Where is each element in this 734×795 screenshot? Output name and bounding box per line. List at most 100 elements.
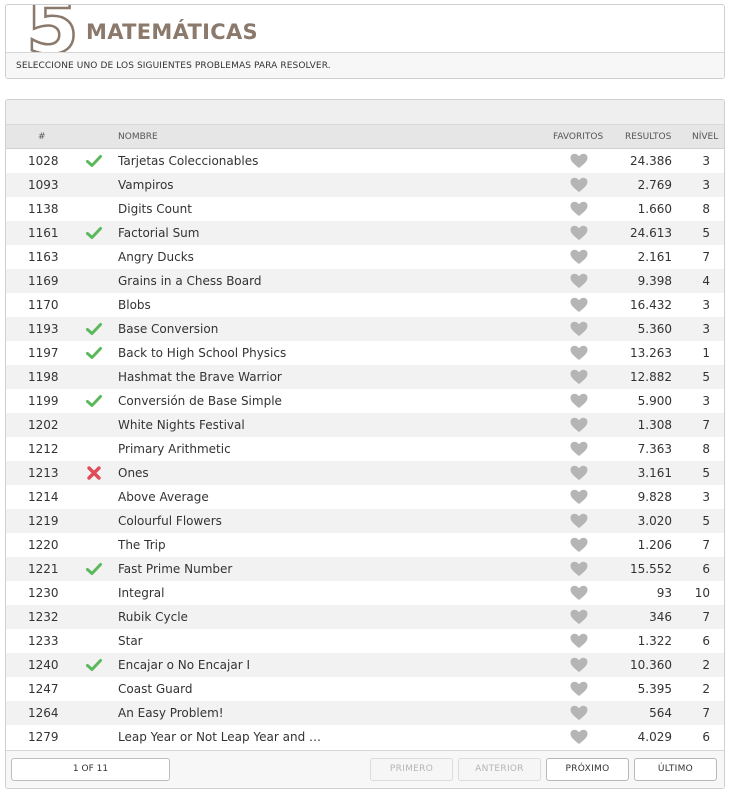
first-page-button[interactable]: PRIMERO [370,758,453,781]
table-row[interactable]: 1233 Star 1.322 6 [6,629,724,653]
table-toolbar [6,100,724,125]
heart-icon[interactable] [570,441,588,457]
table-row[interactable]: 1221 Fast Prime Number 15.552 6 [6,557,724,581]
problem-name-link[interactable]: Grains in a Chess Board [118,274,418,288]
problem-results: 24.613 [630,226,672,240]
table-row[interactable]: 1232 Rubik Cycle 346 7 [6,605,724,629]
table-row[interactable]: 1028 Tarjetas Coleccionables 24.386 3 [6,149,724,173]
problem-name-link[interactable]: Integral [118,586,418,600]
table-row[interactable]: 1163 Angry Ducks 2.161 7 [6,245,724,269]
column-header-favorites[interactable]: FAVORITOS [553,132,603,142]
heart-icon[interactable] [570,681,588,697]
table-row[interactable]: 1193 Base Conversion 5.360 3 [6,317,724,341]
problem-name-link[interactable]: Factorial Sum [118,226,418,240]
heart-icon[interactable] [570,513,588,529]
table-row[interactable]: 1198 Hashmat the Brave Warrior 12.882 5 [6,365,724,389]
problem-name-link[interactable]: Hashmat the Brave Warrior [118,370,418,384]
page-title: MATEMÁTICAS [86,20,258,44]
table-row[interactable]: 1247 Coast Guard 5.395 2 [6,677,724,701]
problem-results: 564 [649,706,672,720]
table-row[interactable]: 1279 Leap Year or Not Leap Year and … 4.02… [6,725,724,749]
heart-icon[interactable] [570,297,588,313]
heart-icon[interactable] [570,537,588,553]
table-row[interactable]: 1197 Back to High School Physics 13.263 1 [6,341,724,365]
last-page-button[interactable]: ÚLTIMO [634,758,717,781]
heart-icon[interactable] [570,633,588,649]
problem-level: 8 [702,202,710,216]
problem-name-link[interactable]: Tarjetas Coleccionables [118,154,418,168]
table-header: # NOMBRE FAVORITOS RESULTOS NÍVEL [6,125,724,149]
heart-icon[interactable] [570,177,588,193]
heart-icon[interactable] [570,657,588,673]
heart-icon[interactable] [570,465,588,481]
heart-icon[interactable] [570,273,588,289]
heart-icon[interactable] [570,201,588,217]
problem-name-link[interactable]: Coast Guard [118,682,418,696]
table-row[interactable]: 1138 Digits Count 1.660 8 [6,197,724,221]
next-page-button[interactable]: PRÓXIMO [546,758,629,781]
problem-name-link[interactable]: Encajar o No Encajar I [118,658,418,672]
table-row[interactable]: 1230 Integral 93 10 [6,581,724,605]
table-row[interactable]: 1220 The Trip 1.206 7 [6,533,724,557]
page-indicator: 1 OF 11 [11,758,170,781]
problem-name-link[interactable]: Star [118,634,418,648]
heart-icon[interactable] [570,609,588,625]
column-header-level[interactable]: NÍVEL [692,132,718,142]
previous-page-button[interactable]: ANTERIOR [458,758,541,781]
table-row[interactable]: 1214 Above Average 9.828 3 [6,485,724,509]
problem-name-link[interactable]: Conversión de Base Simple [118,394,418,408]
problem-level: 3 [702,178,710,192]
problem-name-link[interactable]: Leap Year or Not Leap Year and … [118,730,418,744]
problem-name-link[interactable]: Rubik Cycle [118,610,418,624]
problem-level: 5 [702,514,710,528]
column-header-number[interactable]: # [38,132,46,142]
problem-name-link[interactable]: Digits Count [118,202,418,216]
problem-name-link[interactable]: Vampiros [118,178,418,192]
table-row[interactable]: 1264 An Easy Problem! 564 7 [6,701,724,725]
heart-icon[interactable] [570,417,588,433]
heart-icon[interactable] [570,489,588,505]
problem-name-link[interactable]: Angry Ducks [118,250,418,264]
heart-icon[interactable] [570,369,588,385]
problem-name-link[interactable]: Primary Arithmetic [118,442,418,456]
problem-name-link[interactable]: Back to High School Physics [118,346,418,360]
heart-icon[interactable] [570,705,588,721]
table-row[interactable]: 1240 Encajar o No Encajar I 10.360 2 [6,653,724,677]
table-row[interactable]: 1161 Factorial Sum 24.613 5 [6,221,724,245]
problem-name-link[interactable]: Colourful Flowers [118,514,418,528]
problem-name-link[interactable]: Blobs [118,298,418,312]
table-row[interactable]: 1199 Conversión de Base Simple 5.900 3 [6,389,724,413]
table-row[interactable]: 1169 Grains in a Chess Board 9.398 4 [6,269,724,293]
problem-number: 1212 [28,442,59,456]
problem-name-link[interactable]: An Easy Problem! [118,706,418,720]
heart-icon[interactable] [570,393,588,409]
table-row[interactable]: 1202 White Nights Festival 1.308 7 [6,413,724,437]
heart-icon[interactable] [570,345,588,361]
problem-name-link[interactable]: White Nights Festival [118,418,418,432]
problem-name-link[interactable]: Base Conversion [118,322,418,336]
problem-results: 15.552 [630,562,672,576]
problem-name-link[interactable]: Above Average [118,490,418,504]
table-row[interactable]: 1213 Ones 3.161 5 [6,461,724,485]
problem-level: 4 [702,274,710,288]
problem-results: 2.769 [637,178,672,192]
heart-icon[interactable] [570,321,588,337]
column-header-results[interactable]: RESULTOS [625,132,671,142]
heart-icon[interactable] [570,585,588,601]
problem-level: 5 [702,466,710,480]
table-row[interactable]: 1170 Blobs 16.432 3 [6,293,724,317]
problem-name-link[interactable]: Fast Prime Number [118,562,418,576]
heart-icon[interactable] [570,561,588,577]
heart-icon[interactable] [570,225,588,241]
problem-number: 1169 [28,274,59,288]
heart-icon[interactable] [570,153,588,169]
column-header-name[interactable]: NOMBRE [118,132,158,142]
table-row[interactable]: 1212 Primary Arithmetic 7.363 8 [6,437,724,461]
heart-icon[interactable] [570,729,588,745]
table-row[interactable]: 1093 Vampiros 2.769 3 [6,173,724,197]
table-row[interactable]: 1219 Colourful Flowers 3.020 5 [6,509,724,533]
problem-level: 6 [702,730,710,744]
heart-icon[interactable] [570,249,588,265]
problem-name-link[interactable]: The Trip [118,538,418,552]
problem-name-link[interactable]: Ones [118,466,418,480]
